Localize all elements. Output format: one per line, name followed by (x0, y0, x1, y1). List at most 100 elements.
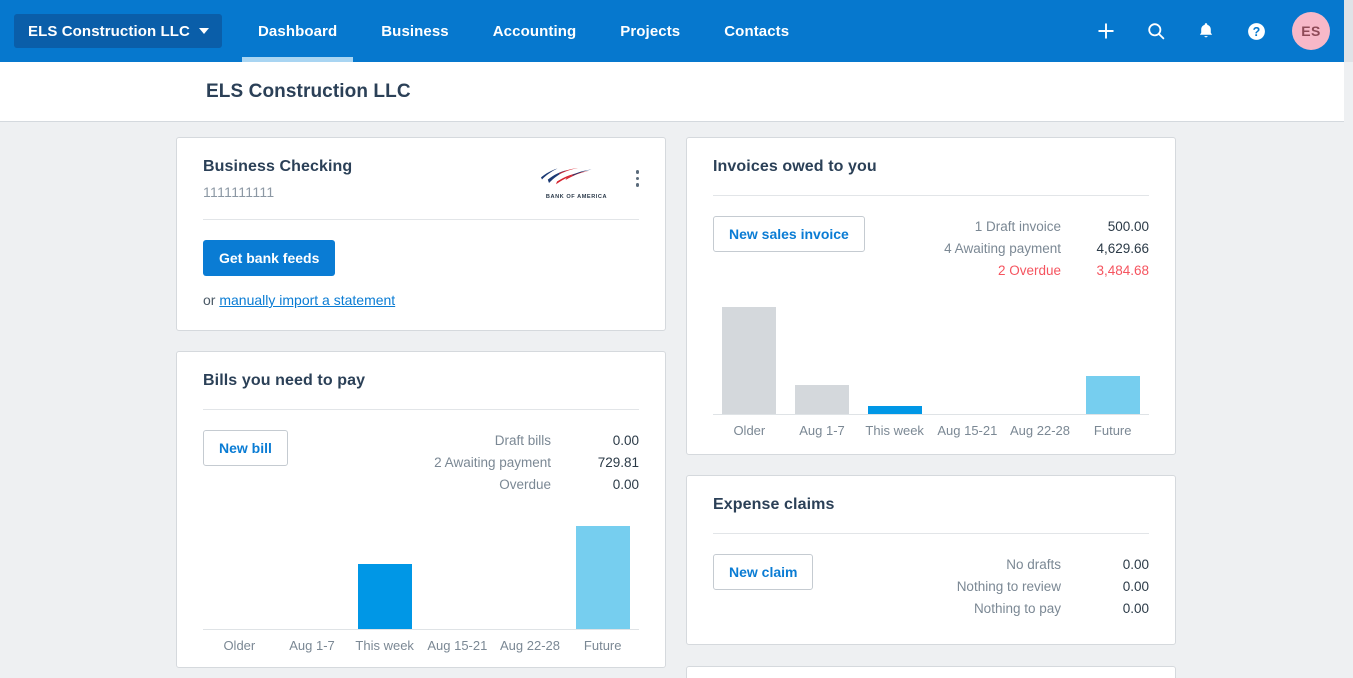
new-bill-button[interactable]: New bill (203, 430, 288, 466)
expense-summary-row: Nothing to review 0.00 (957, 576, 1149, 598)
expense-claims-summary: No drafts 0.00 Nothing to review 0.00 No… (957, 554, 1149, 620)
invoices-summary-value: 500.00 (1107, 219, 1149, 234)
bills-card: Bills you need to pay New bill Draft bil… (176, 351, 666, 668)
bills-summary-value: 0.00 (612, 477, 639, 492)
expense-summary-label: No drafts (1006, 557, 1061, 572)
search-icon[interactable] (1142, 17, 1170, 45)
bills-bar-chart: Older Aug 1-7 This week Aug 15-21 Aug 22-28 F… (203, 520, 639, 653)
x-label-aug-15-21: Aug 15-21 (937, 423, 998, 438)
app-root: ELS Construction LLC Dashboard Business … (0, 0, 1353, 678)
bank-account-name: Business Checking (203, 158, 353, 175)
expense-claims-card-title: Expense claims (713, 496, 835, 513)
bar-future[interactable] (1085, 376, 1140, 414)
x-label-future: Future (583, 638, 622, 653)
x-label-aug-1-7: Aug 1-7 (289, 638, 335, 653)
right-column: Invoices owed to you New sales invoice 1… (686, 123, 1176, 678)
bar-future[interactable] (575, 526, 630, 629)
invoices-chart-axis (713, 414, 1149, 415)
x-label-older: Older (223, 638, 256, 653)
nav-actions: ? ES (1092, 12, 1344, 50)
x-label-aug-22-28: Aug 22-28 (500, 638, 561, 653)
bills-summary-label: Draft bills (494, 433, 551, 448)
page-title: ELS Construction LLC (206, 80, 411, 102)
get-bank-feeds-button[interactable]: Get bank feeds (203, 240, 336, 276)
bills-card-actions: New bill Draft bills 0.00 2 Awaiting pay… (203, 410, 639, 496)
bills-summary-value: 729.81 (597, 455, 639, 470)
invoices-summary-row: 1 Draft invoice 500.00 (944, 216, 1149, 238)
invoices-summary-value: 4,629.66 (1096, 241, 1149, 256)
tab-projects[interactable]: Projects (598, 0, 702, 62)
organisation-name-label: ELS Construction LLC (28, 22, 190, 40)
x-label-future: Future (1093, 423, 1132, 438)
bills-chart-axis (203, 629, 639, 630)
manual-import-prefix: or (203, 292, 220, 308)
manual-import-line: or manually import a statement (203, 292, 639, 308)
bank-account-card: Business Checking 1111111111 BANK OF AME… (176, 137, 666, 331)
plus-icon[interactable] (1092, 17, 1120, 45)
bills-chart-bars (203, 519, 639, 629)
x-label-this-week: This week (865, 423, 924, 438)
page-header-band: ELS Construction LLC (0, 62, 1344, 122)
bills-summary-row: Overdue 0.00 (434, 474, 639, 496)
tab-projects-label: Projects (620, 22, 681, 40)
invoices-summary-label: 1 Draft invoice (974, 219, 1061, 234)
top-navigation-bar: ELS Construction LLC Dashboard Business … (0, 0, 1344, 62)
tab-accounting[interactable]: Accounting (471, 0, 599, 62)
bills-chart-x-labels: Older Aug 1-7 This week Aug 15-21 Aug 22-28 F… (203, 630, 639, 653)
expense-summary-value: 0.00 (1122, 601, 1149, 616)
new-sales-invoice-button[interactable]: New sales invoice (713, 216, 865, 252)
expense-summary-label: Nothing to pay (973, 601, 1061, 616)
tab-dashboard[interactable]: Dashboard (236, 0, 359, 62)
tab-contacts[interactable]: Contacts (702, 0, 811, 62)
expense-summary-value: 0.00 (1122, 579, 1149, 594)
tab-business[interactable]: Business (359, 0, 471, 62)
invoices-card: Invoices owed to you New sales invoice 1… (686, 137, 1176, 455)
invoices-overdue-value: 3,484.68 (1096, 263, 1149, 278)
tab-contacts-label: Contacts (724, 22, 790, 40)
bar-this-week[interactable] (867, 406, 922, 414)
help-question-icon[interactable]: ? (1242, 17, 1270, 45)
manually-import-statement-link[interactable]: manually import a statement (219, 292, 395, 308)
bills-summary-row: Draft bills 0.00 (434, 430, 639, 452)
organisation-switcher-button[interactable]: ELS Construction LLC (14, 14, 222, 48)
notifications-bell-icon[interactable] (1192, 17, 1220, 45)
invoices-chart-bars (713, 299, 1149, 414)
nav-right-gutter (1344, 0, 1353, 62)
bar-this-week[interactable] (357, 564, 412, 629)
x-label-aug-15-21: Aug 15-21 (427, 638, 488, 653)
content-right-gutter (1344, 123, 1353, 678)
tab-accounting-label: Accounting (492, 22, 577, 40)
expense-summary-row: No drafts 0.00 (957, 554, 1149, 576)
expense-claims-actions: New claim No drafts 0.00 Nothing to revi… (713, 534, 1149, 620)
invoices-chart-plot (713, 300, 1149, 415)
expense-summary-label: Nothing to review (956, 579, 1061, 594)
expense-summary-row: Nothing to pay 0.00 (957, 598, 1149, 620)
new-claim-button[interactable]: New claim (713, 554, 814, 590)
invoices-bar-chart: Older Aug 1-7 This week Aug 15-21 Aug 22-28 F… (713, 300, 1149, 438)
invoices-summary: 1 Draft invoice 500.00 4 Awaiting paymen… (944, 216, 1149, 282)
invoices-summary-row: 4 Awaiting payment 4,629.66 (944, 238, 1149, 260)
invoices-card-actions: New sales invoice 1 Draft invoice 500.00… (713, 196, 1149, 282)
invoices-card-title: Invoices owed to you (713, 158, 877, 175)
more-options-icon[interactable] (635, 162, 639, 187)
invoices-summary-row-overdue: 2 Overdue 3,484.68 (944, 260, 1149, 282)
bank-card-header: Business Checking 1111111111 BANK OF AME… (203, 158, 639, 200)
bar-aug-1-7[interactable] (795, 385, 849, 414)
main-nav-tabs: Dashboard Business Accounting Projects C… (236, 0, 811, 62)
bar-older[interactable] (722, 307, 777, 414)
invoices-summary-label: 4 Awaiting payment (944, 241, 1061, 256)
bills-card-title: Bills you need to pay (203, 372, 366, 389)
x-label-older: Older (733, 423, 766, 438)
next-right-card-partial (686, 666, 1176, 678)
dashboard-content: Business Checking 1111111111 BANK OF AME… (0, 123, 1353, 678)
avatar[interactable]: ES (1292, 12, 1330, 50)
bills-summary-value: 0.00 (612, 433, 639, 448)
bills-chart-plot (203, 520, 639, 630)
x-label-aug-22-28: Aug 22-28 (1010, 423, 1071, 438)
svg-text:?: ? (1252, 25, 1260, 39)
title-right-gutter (1344, 62, 1353, 122)
expense-summary-value: 0.00 (1122, 557, 1149, 572)
chevron-down-icon (199, 28, 209, 34)
bills-summary-label: 2 Awaiting payment (434, 455, 551, 470)
invoices-chart-x-labels: Older Aug 1-7 This week Aug 15-21 Aug 22-28 F… (713, 415, 1149, 438)
